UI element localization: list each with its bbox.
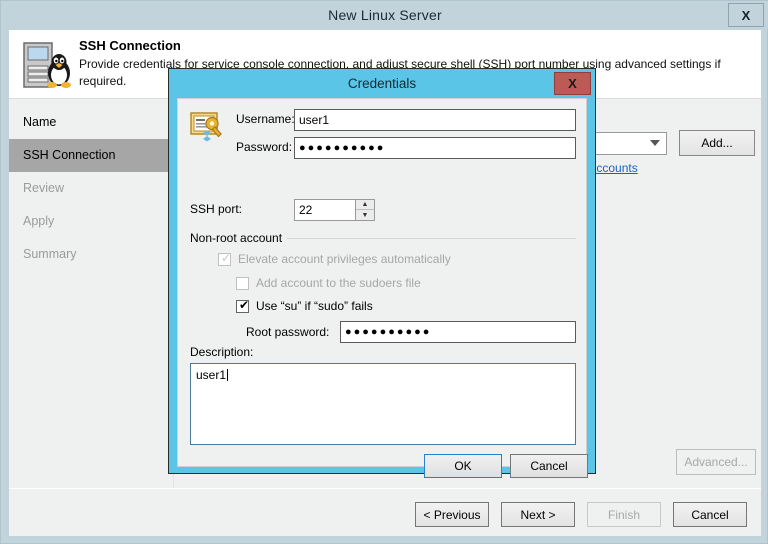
- sidebar-item-label: Apply: [23, 214, 55, 228]
- sidebar-item-apply[interactable]: Apply: [9, 205, 173, 238]
- check-icon: ✓: [221, 250, 232, 265]
- root-password-label: Root password:: [246, 325, 330, 339]
- check-icon: ✔: [239, 297, 250, 312]
- credentials-key-icon: [190, 109, 224, 143]
- sidebar-item-label: Summary: [23, 247, 77, 261]
- text-caret: [227, 369, 229, 381]
- sidebar-item-summary[interactable]: Summary: [9, 238, 173, 271]
- description-value: user1: [196, 368, 227, 382]
- description-textarea[interactable]: user1: [190, 363, 576, 445]
- username-label: Username:: [236, 112, 295, 126]
- linux-server-icon: [21, 39, 73, 91]
- sidebar-item-ssh-connection[interactable]: SSH Connection: [9, 139, 173, 172]
- previous-button[interactable]: < Previous: [415, 502, 489, 527]
- dialog-title: Credentials: [347, 76, 417, 91]
- window-close-button[interactable]: X: [728, 3, 764, 27]
- finish-button-label: Finish: [607, 507, 640, 522]
- username-input[interactable]: user1: [294, 109, 576, 131]
- advanced-button: Advanced...: [676, 449, 756, 475]
- sidebar-item-label: Review: [23, 181, 64, 195]
- wizard-steps-sidebar: Name SSH Connection Review Apply Summary: [9, 99, 174, 488]
- stepper-down-icon[interactable]: ▼: [356, 210, 374, 220]
- ssh-port-stepper[interactable]: ▲ ▼: [356, 199, 375, 221]
- dialog-titlebar: Credentials: [169, 69, 595, 98]
- root-password-input[interactable]: ●●●●●●●●●●: [340, 321, 576, 343]
- sidebar-item-name[interactable]: Name: [9, 106, 173, 139]
- page-title: SSH Connection: [79, 38, 181, 53]
- wizard-footer: < Previous Next > Finish Cancel: [9, 488, 761, 536]
- checkbox-label: Elevate account privileges automatically: [238, 252, 451, 266]
- add-button-label: Add...: [701, 136, 733, 150]
- ok-button[interactable]: OK: [424, 454, 502, 478]
- close-icon: X: [741, 7, 751, 23]
- dialog-content: Username: user1 Password: ●●●●●●●●●● SSH…: [177, 98, 588, 478]
- checkbox-use-su[interactable]: ✔ Use “su” if “sudo” fails: [236, 297, 373, 313]
- checkbox-add-sudoers: Add account to the sudoers file: [236, 276, 421, 290]
- previous-button-label: < Previous: [423, 507, 481, 522]
- checkbox-box: [236, 276, 249, 290]
- password-label: Password:: [236, 140, 293, 154]
- chevron-down-icon: [650, 140, 660, 146]
- checkbox-box[interactable]: ✔: [236, 297, 250, 313]
- add-credentials-button[interactable]: Add...: [679, 130, 755, 156]
- ok-button-label: OK: [454, 459, 472, 473]
- stepper-up-icon[interactable]: ▲: [356, 200, 374, 210]
- checkbox-elevate-privileges: ✓ Elevate account privileges automatical…: [218, 250, 451, 266]
- advanced-button-label: Advanced...: [684, 455, 748, 469]
- next-button-label: Next >: [520, 507, 556, 522]
- sidebar-item-label: Name: [23, 115, 57, 129]
- next-button[interactable]: Next >: [501, 502, 575, 527]
- checkbox-box: ✓: [218, 250, 232, 266]
- window-title: New Linux Server: [328, 7, 442, 23]
- ssh-port-label: SSH port:: [190, 202, 243, 216]
- ssh-port-input[interactable]: 22: [294, 199, 356, 221]
- sidebar-item-label: SSH Connection: [23, 148, 116, 162]
- window-titlebar: New Linux Server X: [1, 1, 768, 29]
- password-input[interactable]: ●●●●●●●●●●: [294, 137, 576, 159]
- sidebar-item-review[interactable]: Review: [9, 172, 173, 205]
- dialog-cancel-button[interactable]: Cancel: [510, 454, 588, 478]
- non-root-account-group-label: Non-root account: [190, 231, 288, 245]
- checkbox-label: Use “su” if “sudo” fails: [256, 299, 373, 313]
- cancel-button-label: Cancel: [691, 507, 729, 522]
- close-icon: X: [568, 76, 577, 91]
- credentials-dialog: Credentials X Username: user1 Password: …: [168, 68, 596, 478]
- dialog-close-button[interactable]: X: [554, 72, 591, 95]
- cancel-button-label: Cancel: [530, 459, 568, 473]
- description-label: Description:: [190, 345, 254, 359]
- cancel-button[interactable]: Cancel: [673, 502, 747, 527]
- finish-button: Finish: [587, 502, 661, 527]
- checkbox-label: Add account to the sudoers file: [256, 276, 421, 290]
